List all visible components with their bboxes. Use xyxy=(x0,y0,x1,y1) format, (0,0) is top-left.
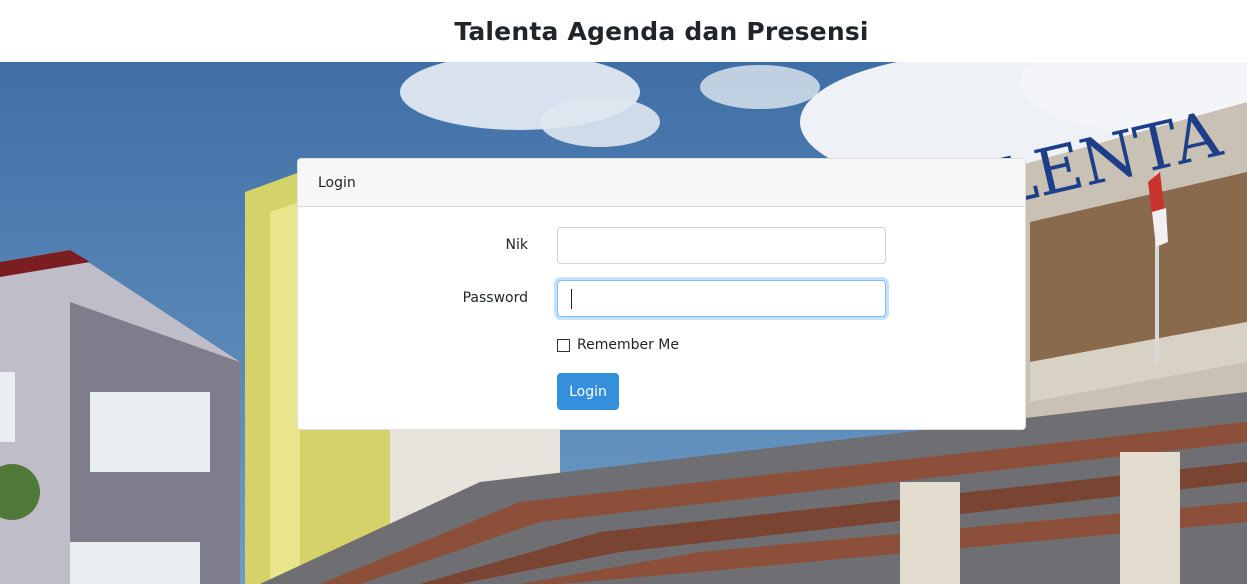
page-title: Talenta Agenda dan Presensi xyxy=(454,16,869,46)
top-navbar: Talenta Agenda dan Presensi xyxy=(0,0,1247,62)
login-card: Login Nik Password Remember Me Login xyxy=(297,158,1026,430)
login-button[interactable]: Login xyxy=(557,373,619,410)
nik-label: Nik xyxy=(505,237,528,253)
password-label: Password xyxy=(462,290,528,306)
remember-me-label[interactable]: Remember Me xyxy=(577,337,679,353)
password-input[interactable] xyxy=(557,280,886,317)
login-card-title: Login xyxy=(318,174,356,191)
remember-me-checkbox[interactable] xyxy=(557,339,570,352)
nik-input[interactable] xyxy=(557,227,886,264)
login-card-header: Login xyxy=(298,159,1025,207)
text-caret xyxy=(571,289,572,309)
